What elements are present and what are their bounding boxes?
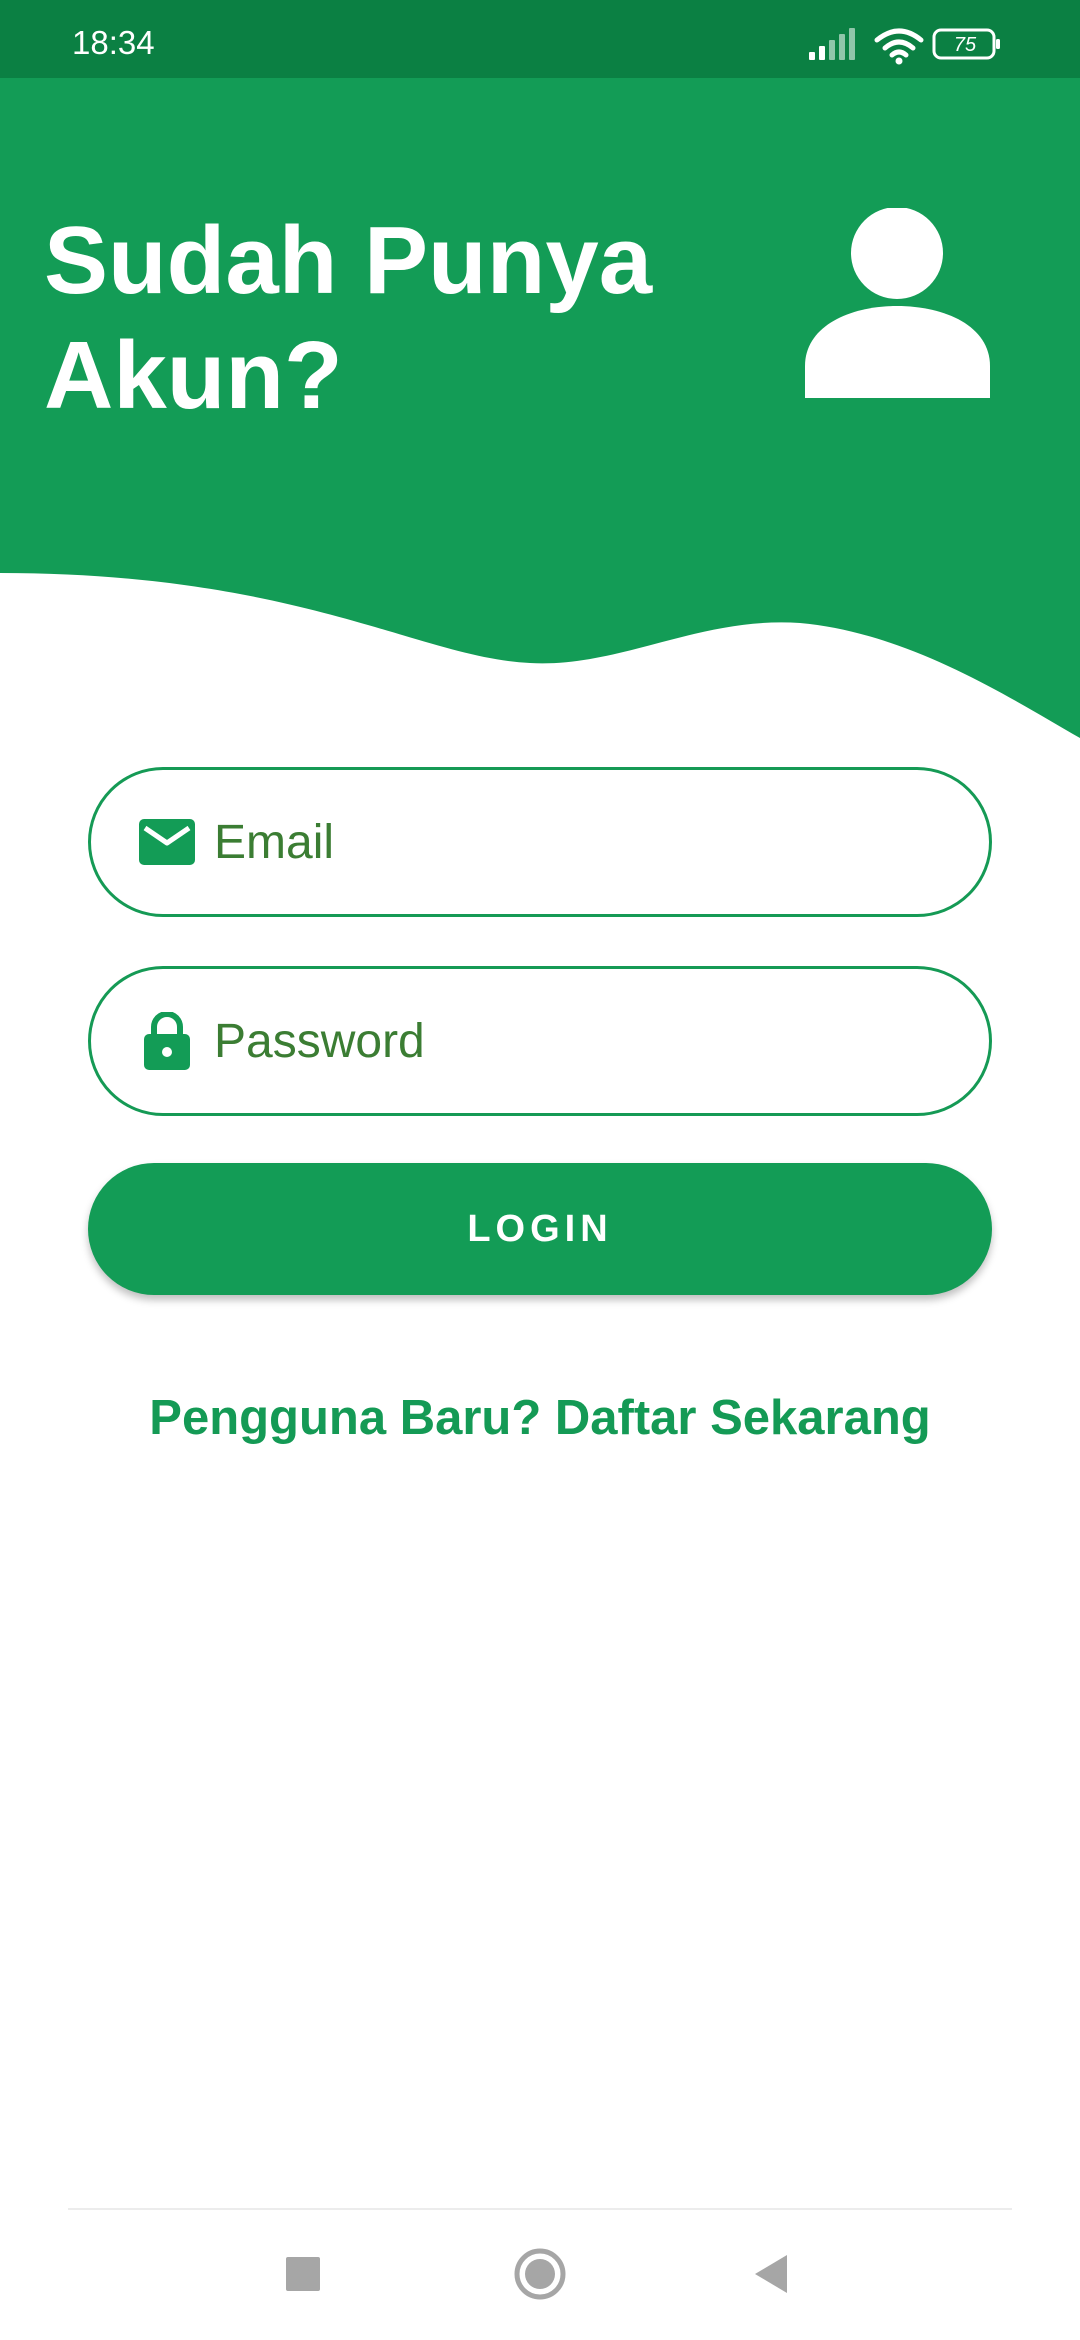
email-field[interactable] (88, 767, 992, 917)
login-button[interactable]: LOGIN (88, 1163, 992, 1295)
lock-icon (144, 1012, 190, 1070)
status-time: 18:34 (72, 24, 155, 61)
header: Sudah Punya Akun? (0, 78, 1080, 748)
register-link[interactable]: Pengguna Baru? Daftar Sekarang (0, 1390, 1080, 1446)
password-field[interactable] (88, 966, 992, 1116)
status-bar: 18:34 75 (0, 0, 1080, 78)
back-triangle-icon (755, 2255, 787, 2293)
back-button[interactable] (737, 2245, 807, 2305)
signal-icon (809, 28, 855, 60)
recents-button[interactable] (268, 2245, 338, 2305)
home-circle-icon (514, 2248, 566, 2300)
user-avatar-icon (805, 208, 990, 398)
page-title: Sudah Punya Akun? (44, 207, 653, 430)
wifi-icon (874, 28, 924, 65)
password-input[interactable] (214, 969, 954, 1113)
recents-square-icon (286, 2257, 320, 2291)
nav-divider (68, 2208, 1012, 2210)
email-input[interactable] (214, 770, 954, 914)
battery-level: 75 (953, 34, 977, 56)
email-icon (139, 819, 195, 865)
home-button[interactable] (505, 2245, 575, 2305)
